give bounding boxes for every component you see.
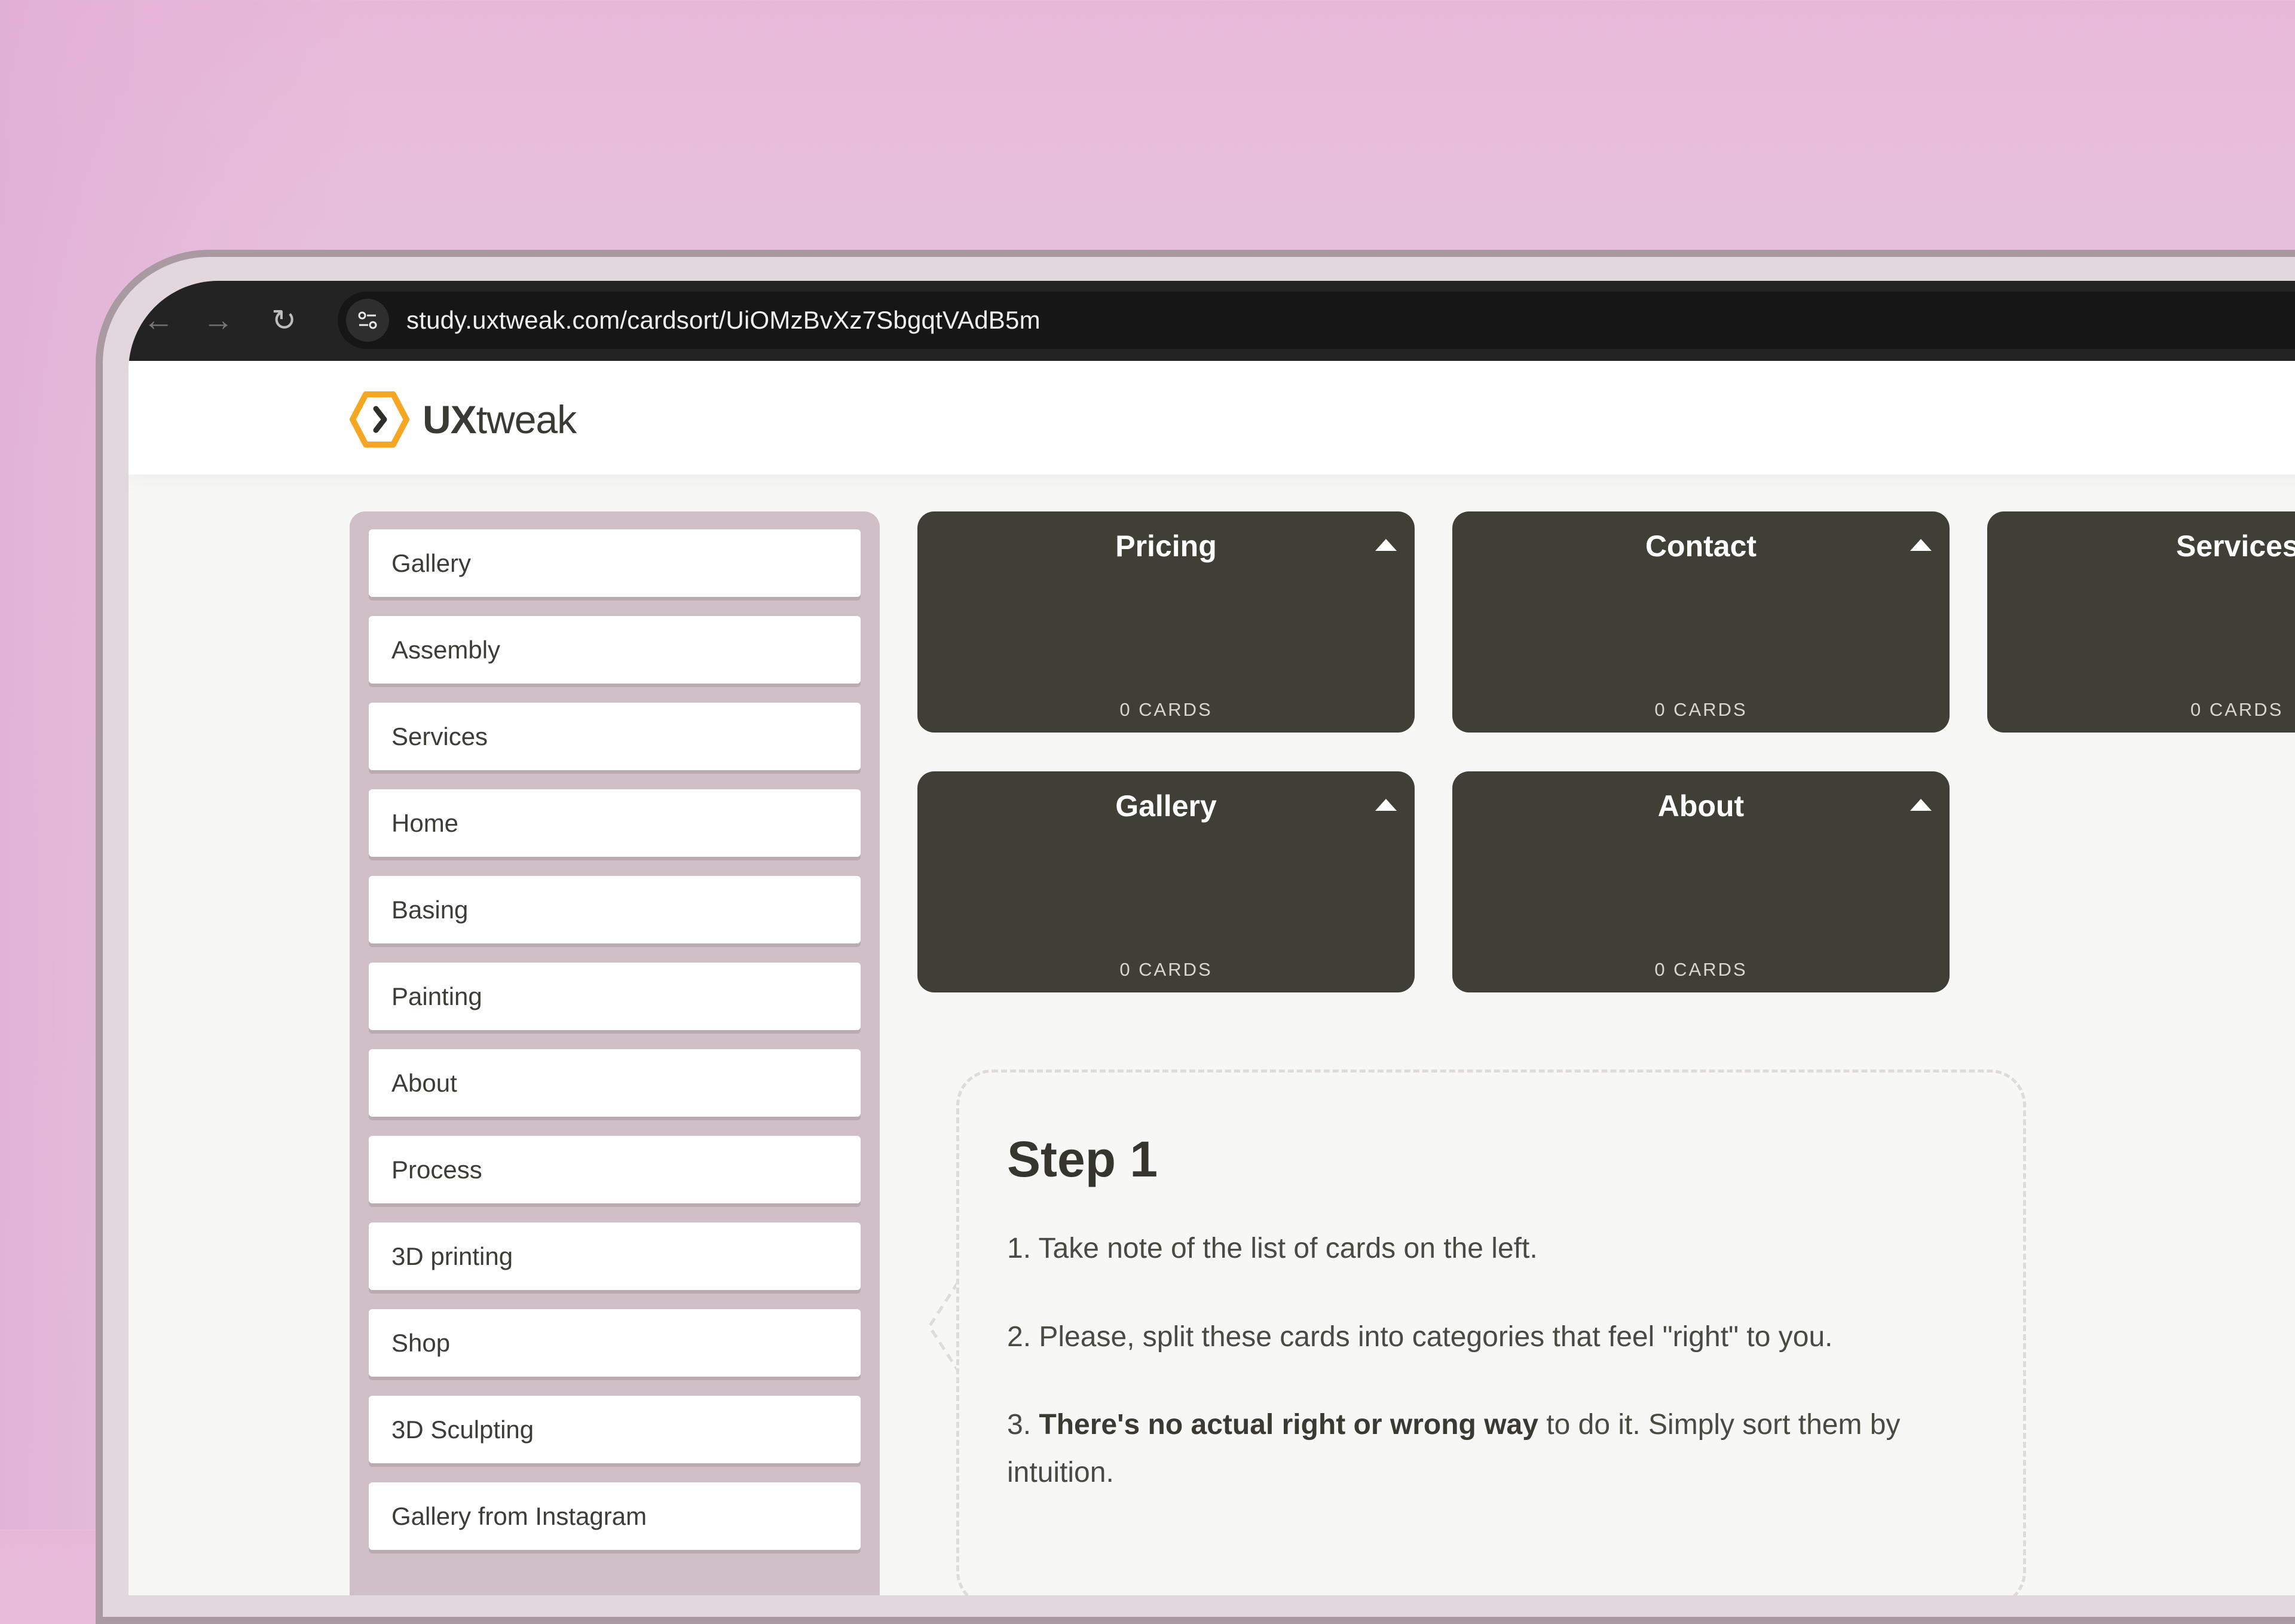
- category-title[interactable]: Contact: [1452, 528, 1950, 564]
- category-count: 0 CARDS: [1654, 959, 1748, 980]
- card-item[interactable]: Gallery: [369, 529, 861, 597]
- card-item[interactable]: Services: [369, 703, 861, 770]
- category-gallery[interactable]: Gallery 0 CARDS: [917, 771, 1415, 992]
- card-item[interactable]: About: [369, 1049, 861, 1117]
- hexagon-logo-icon: [350, 391, 409, 448]
- tune-icon[interactable]: [346, 299, 389, 342]
- caret-up-icon[interactable]: [1910, 539, 1932, 551]
- card-item[interactable]: Assembly: [369, 616, 861, 684]
- caret-up-icon[interactable]: [1375, 799, 1397, 811]
- arrow-right-icon[interactable]: →: [200, 302, 236, 338]
- step-title: Step 1: [1007, 1131, 1158, 1187]
- instructions-box: Step 1 1. Take note of the list of cards…: [956, 1070, 2026, 1595]
- caret-up-icon[interactable]: [1910, 799, 1932, 811]
- instruction-emphasis: There's no actual right or wrong way: [1039, 1409, 1538, 1441]
- instruction-line-2: 2. Please, split these cards into catego…: [1007, 1321, 1833, 1353]
- category-title[interactable]: About: [1452, 788, 1950, 824]
- logo-wordmark: UXtweak: [423, 397, 577, 442]
- caret-up-icon[interactable]: [1375, 539, 1397, 551]
- card-item[interactable]: Shop: [369, 1309, 861, 1377]
- category-count: 0 CARDS: [1654, 699, 1748, 720]
- app-header: UXtweak: [128, 361, 2295, 474]
- uxtweak-logo[interactable]: UXtweak: [350, 391, 577, 448]
- category-services[interactable]: Services 0 CARDS: [1987, 511, 2295, 733]
- reload-icon[interactable]: ↻: [266, 302, 302, 338]
- category-pricing[interactable]: Pricing 0 CARDS: [917, 511, 1415, 733]
- card-item[interactable]: Painting: [369, 963, 861, 1030]
- category-count: 0 CARDS: [1119, 959, 1213, 980]
- instruction-line-3: 3. There's no actual right or wrong way …: [1007, 1409, 1901, 1488]
- arrow-left-icon[interactable]: ←: [140, 302, 176, 338]
- instruction-line-1: 1. Take note of the list of cards on the…: [1007, 1233, 1538, 1264]
- category-count: 0 CARDS: [1119, 699, 1213, 720]
- card-item[interactable]: Gallery from Instagram: [369, 1482, 861, 1550]
- card-item[interactable]: 3D Sculpting: [369, 1396, 861, 1463]
- card-item[interactable]: Home: [369, 789, 861, 857]
- browser-toolbar: ← → ↻ study.uxtweak.com/cardsort/UiOMzBv…: [128, 281, 2295, 361]
- unsorted-cards-panel: Gallery Assembly Services Home Basing Pa…: [350, 511, 880, 1595]
- card-item[interactable]: Basing: [369, 876, 861, 943]
- url-text[interactable]: study.uxtweak.com/cardsort/UiOMzBvXz7Sbg…: [406, 304, 1041, 337]
- category-title[interactable]: Services: [2176, 528, 2295, 564]
- category-count: 0 CARDS: [2190, 699, 2284, 720]
- card-item[interactable]: Process: [369, 1136, 861, 1203]
- category-title[interactable]: Pricing: [917, 528, 1415, 564]
- category-about[interactable]: About 0 CARDS: [1452, 771, 1950, 992]
- browser-window: ← → ↻ study.uxtweak.com/cardsort/UiOMzBv…: [128, 281, 2295, 1595]
- category-contact[interactable]: Contact 0 CARDS: [1452, 511, 1950, 733]
- category-title[interactable]: Gallery: [917, 788, 1415, 824]
- address-bar[interactable]: study.uxtweak.com/cardsort/UiOMzBvXz7Sbg…: [338, 292, 2295, 349]
- card-item[interactable]: 3D printing: [369, 1222, 861, 1290]
